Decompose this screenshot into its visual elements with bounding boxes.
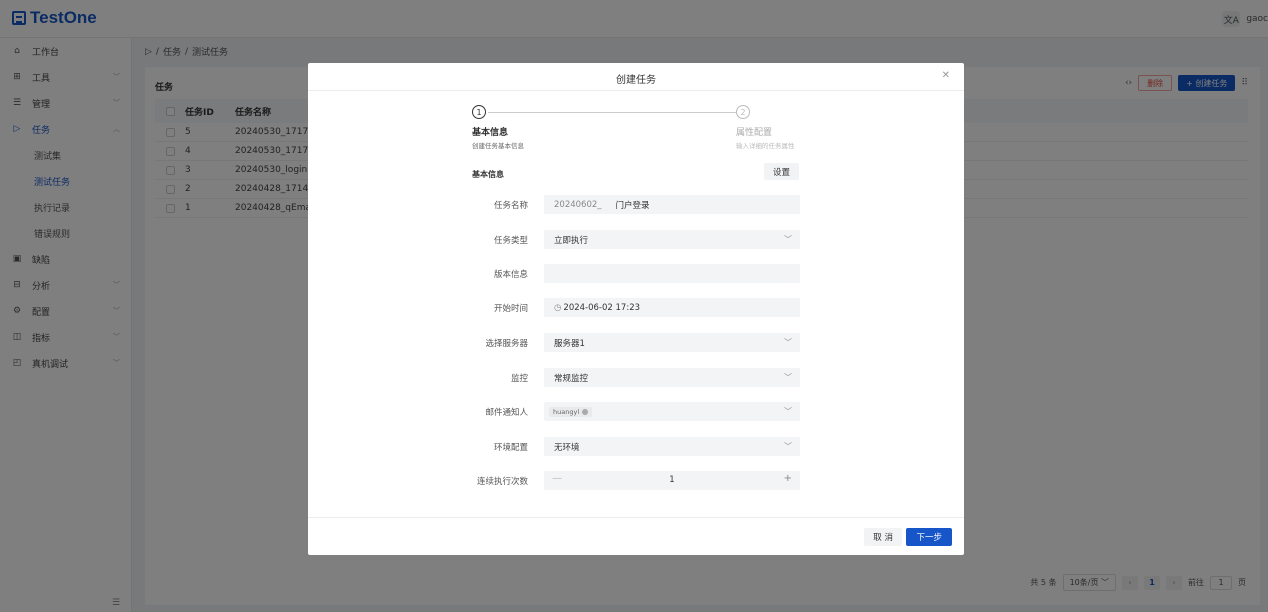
step-2-desc: 输入详细的任务属性 (736, 142, 795, 150)
start-time-label: 开始时间 (493, 304, 528, 314)
env-label: 环境配置 (493, 443, 528, 453)
task-type-row: 任务类型 立即执行 ﹀ (472, 230, 800, 249)
clock-icon: ◷ (554, 302, 562, 313)
task-name-input[interactable]: 20240602_ 门户登录 (544, 195, 800, 214)
monitor-row: 监控 常规监控 ﹀ (472, 368, 800, 387)
env-value: 无环境 (554, 442, 580, 453)
task-name-label: 任务名称 (493, 201, 528, 211)
monitor-label: 监控 (510, 374, 528, 384)
server-select[interactable]: 服务器1 ﹀ (544, 333, 800, 352)
plus-icon[interactable]: + (784, 473, 792, 484)
dialog-header: 创建任务 ✕ (308, 63, 964, 91)
chevron-down-icon: ﹀ (784, 235, 792, 244)
repeat-label: 连续执行次数 (476, 477, 528, 487)
server-row: 选择服务器 服务器1 ﹀ (472, 333, 800, 352)
task-type-value: 立即执行 (554, 235, 589, 246)
chevron-down-icon: ﹀ (784, 373, 792, 382)
server-value: 服务器1 (554, 338, 585, 349)
create-task-dialog: 创建任务 ✕ 1 2 基本信息 创建任务基本信息 属性配置 输入详细的任务属性 … (308, 63, 964, 555)
repeat-value: 1 (669, 475, 675, 485)
repeat-stepper[interactable]: — 1 + (544, 471, 800, 490)
dialog-title: 创建任务 (616, 75, 656, 86)
version-input[interactable] (544, 264, 800, 283)
version-label: 版本信息 (493, 270, 528, 280)
task-name-row: 任务名称 20240602_ 门户登录 (472, 195, 800, 214)
mail-label: 邮件通知人 (485, 408, 528, 418)
step-2-title: 属性配置 (736, 128, 773, 138)
dialog-footer: 取 消 下一步 (308, 517, 964, 555)
env-select[interactable]: 无环境 ﹀ (544, 437, 800, 456)
chevron-down-icon: ﹀ (784, 338, 792, 347)
monitor-value: 常规监控 (554, 373, 589, 384)
version-row: 版本信息 (472, 264, 800, 283)
chevron-down-icon: ﹀ (784, 442, 792, 451)
mail-row: 邮件通知人 huangyl ﹀ (472, 402, 800, 421)
mail-select[interactable]: huangyl ﹀ (544, 402, 800, 421)
repeat-row: 连续执行次数 — 1 + (472, 471, 800, 490)
server-label: 选择服务器 (485, 339, 528, 349)
start-time-picker[interactable]: ◷ 2024-06-02 17:23 (544, 298, 800, 317)
task-name-prefix: 20240602_ (554, 199, 602, 210)
task-type-select[interactable]: 立即执行 ﹀ (544, 230, 800, 249)
start-time-row: 开始时间 ◷ 2024-06-02 17:23 (472, 298, 800, 317)
close-icon[interactable] (582, 408, 589, 415)
task-name-value: 门户登录 (615, 200, 650, 211)
step-1-title: 基本信息 (472, 128, 509, 138)
start-time-value: 2024-06-02 17:23 (563, 302, 641, 313)
monitor-select[interactable]: 常规监控 ﹀ (544, 368, 800, 387)
settings-button[interactable]: 设置 (764, 163, 800, 180)
step-divider (488, 112, 736, 113)
chevron-down-icon: ﹀ (784, 407, 792, 416)
step-1-circle: 1 (472, 105, 486, 119)
env-row: 环境配置 无环境 ﹀ (472, 437, 800, 456)
section-title: 基本信息 (472, 170, 504, 179)
task-type-label: 任务类型 (493, 236, 528, 246)
step-indicator: 1 2 基本信息 创建任务基本信息 属性配置 输入详细的任务属性 (472, 105, 800, 153)
mail-tag: huangyl (549, 406, 593, 417)
step-2-circle: 2 (736, 105, 750, 119)
step-1-desc: 创建任务基本信息 (472, 142, 524, 150)
cancel-button[interactable]: 取 消 (864, 528, 902, 546)
close-icon[interactable]: ✕ (942, 70, 950, 81)
next-step-button[interactable]: 下一步 (906, 528, 952, 546)
